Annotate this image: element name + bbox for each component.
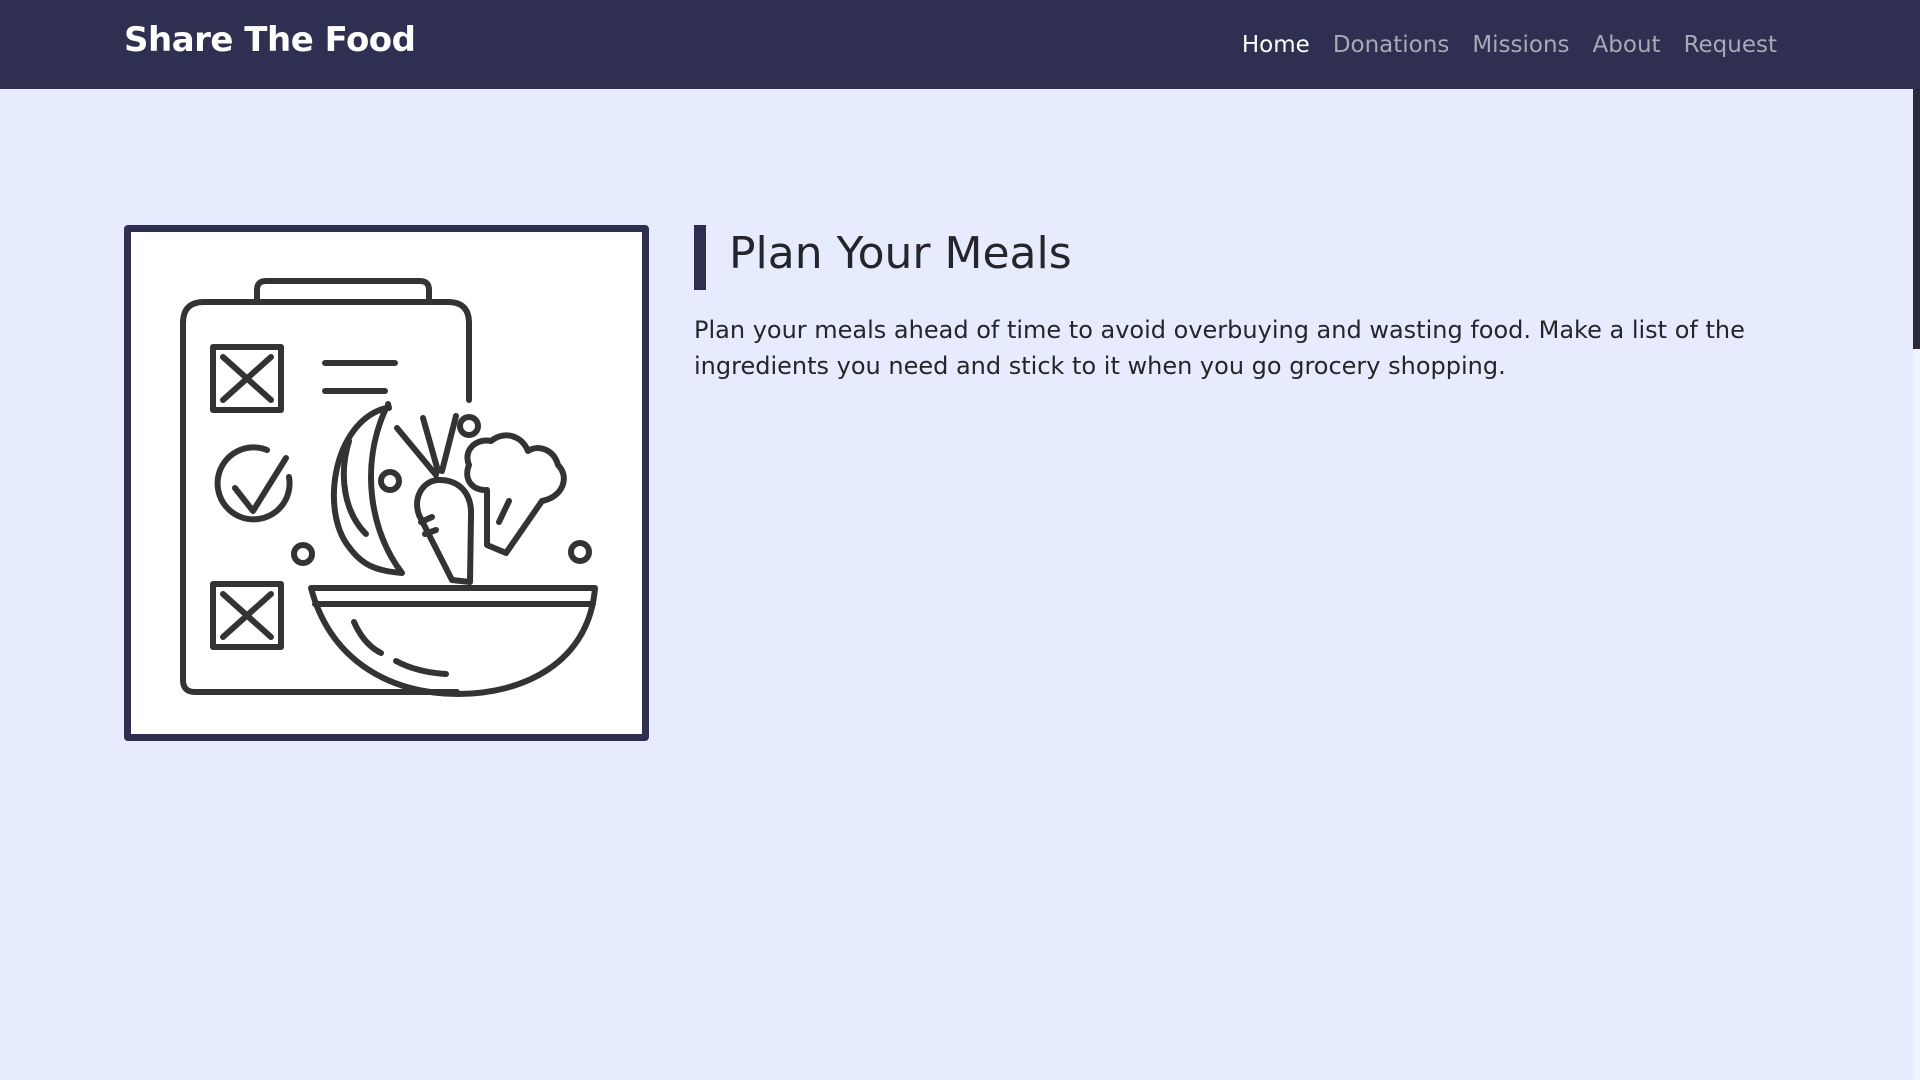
section-description: Plan your meals ahead of time to avoid o… [694,316,1745,380]
section-title: Plan Your Meals [729,228,1072,279]
scrollbar-thumb[interactable] [1913,89,1920,349]
nav-link-request[interactable]: Request [1684,32,1777,58]
nav-link-missions[interactable]: Missions [1472,32,1569,58]
nav-links: Home Donations Missions About Request [1242,0,1777,89]
nav-link-about[interactable]: About [1593,32,1661,58]
meal-plan-checklist-icon [180,278,598,697]
meal-plan-illustration-card [124,225,649,741]
nav-link-home[interactable]: Home [1242,32,1310,58]
scrollbar-track[interactable] [1913,349,1920,1080]
navbar: Share The Food Home Donations Missions A… [0,0,1920,89]
heading-accent-bar [694,225,706,290]
nav-link-donations[interactable]: Donations [1333,32,1450,58]
brand-logo-link[interactable]: Share The Food [124,20,416,60]
